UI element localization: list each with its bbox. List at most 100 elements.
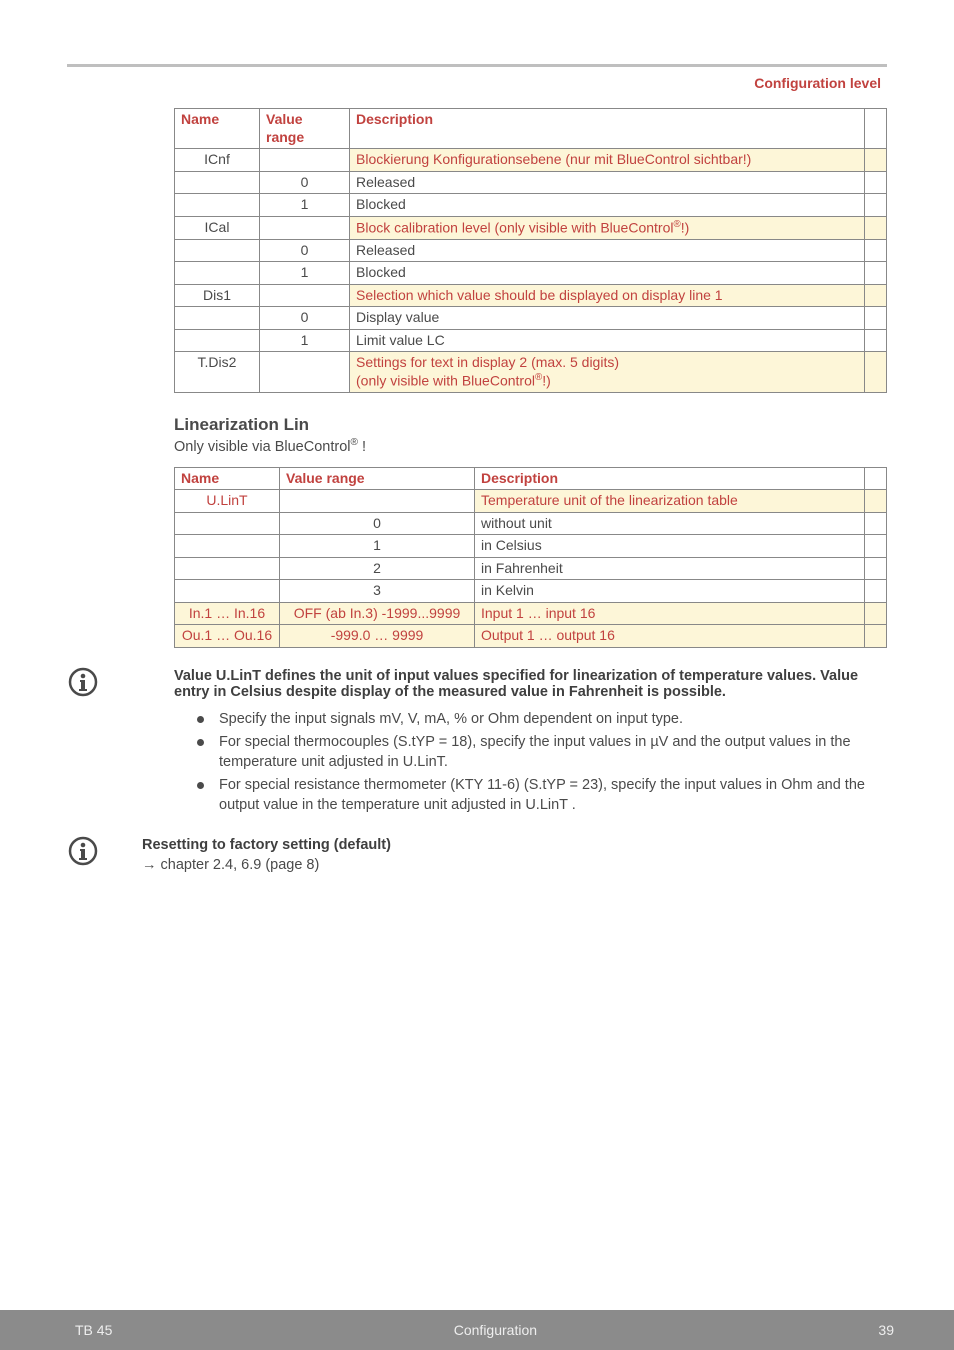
cell-desc: in Celsius (475, 535, 865, 558)
th-end (865, 467, 887, 490)
cell-end (865, 149, 887, 172)
top-rule (67, 64, 887, 67)
cell-vr (260, 149, 350, 172)
footer-page-number: 39 (878, 1322, 894, 1338)
reset-reference: → chapter 2.4, 6.9 (page 8) (142, 857, 887, 873)
table-header-row: Name Value range Description (175, 109, 887, 149)
info-note-1: Value U.LinT defines the unit of input v… (174, 668, 887, 700)
cell-name: In.1 … In.16 (175, 602, 280, 625)
cell-name (175, 307, 260, 330)
table-row: 0 Display value (175, 307, 887, 330)
cell-vr: 2 (280, 557, 475, 580)
cell-name (175, 171, 260, 194)
cell-vr (260, 284, 350, 307)
table-row: Dis1 Selection which value should be dis… (175, 284, 887, 307)
cell-end (865, 352, 887, 393)
th-description: Description (475, 467, 865, 490)
cell-name (175, 194, 260, 217)
parameter-table-1: Name Value range Description ICnf Blocki… (174, 108, 887, 393)
cell-vr: -999.0 … 9999 (280, 625, 475, 648)
table-row: 1 Blocked (175, 194, 887, 217)
page-footer: TB 45 Configuration 39 (0, 1310, 954, 1350)
table-header-row: Name Value range Description (175, 467, 887, 490)
table-row: In.1 … In.16 OFF (ab In.3) -1999...9999 … (175, 602, 887, 625)
cell-desc: Blocked (350, 262, 865, 285)
cell-desc: Output 1 … output 16 (475, 625, 865, 648)
footer-left: TB 45 (75, 1322, 112, 1338)
cell-vr (260, 352, 350, 393)
linearization-heading: Linearization Lin (174, 415, 887, 435)
cell-name (175, 580, 280, 603)
info-icon (67, 666, 99, 698)
reset-heading: Resetting to factory setting (default) (142, 837, 887, 853)
cell-name: Ou.1 … Ou.16 (175, 625, 280, 648)
table-row: 2 in Fahrenheit (175, 557, 887, 580)
table-row: 0 Released (175, 239, 887, 262)
th-name: Name (175, 109, 260, 149)
table-row: 0 without unit (175, 512, 887, 535)
cell-name (175, 535, 280, 558)
table-row: 3 in Kelvin (175, 580, 887, 603)
info-icon (67, 835, 99, 867)
cell-desc: in Fahrenheit (475, 557, 865, 580)
cell-name: ICnf (175, 149, 260, 172)
cell-vr: 0 (260, 171, 350, 194)
cell-desc: Display value (350, 307, 865, 330)
th-description: Description (350, 109, 865, 149)
cell-desc: Input 1 … input 16 (475, 602, 865, 625)
cell-name (175, 329, 260, 352)
table-row: U.LinT Temperature unit of the lineariza… (175, 490, 887, 513)
cell-vr (280, 490, 475, 513)
cell-name (175, 512, 280, 535)
table-row: T.Dis2 Settings for text in display 2 (m… (175, 352, 887, 393)
cell-name (175, 239, 260, 262)
cell-desc: Released (350, 239, 865, 262)
cell-vr: 1 (260, 262, 350, 285)
cell-end (865, 490, 887, 513)
cell-desc: Block calibration level (only visible wi… (350, 216, 865, 239)
cell-end (865, 512, 887, 535)
th-value-range: Value range (280, 467, 475, 490)
linearization-table: Name Value range Description U.LinT Temp… (174, 467, 887, 648)
cell-name (175, 557, 280, 580)
cell-desc: in Kelvin (475, 580, 865, 603)
cell-vr: 1 (260, 329, 350, 352)
table-row: 1 Blocked (175, 262, 887, 285)
cell-name: T.Dis2 (175, 352, 260, 393)
table-row: ICnf Blockierung Konfigurationsebene (nu… (175, 149, 887, 172)
cell-end (865, 239, 887, 262)
bullet-list: Specify the input signals mV, V, mA, % o… (197, 710, 887, 816)
cell-desc: Blocked (350, 194, 865, 217)
cell-desc: Blockierung Konfigurationsebene (nur mit… (350, 149, 865, 172)
section-title: Configuration level (754, 75, 881, 91)
linearization-subtitle: Only visible via BlueControl® ! (174, 437, 887, 455)
cell-end (865, 194, 887, 217)
cell-desc: Settings for text in display 2 (max. 5 d… (350, 352, 865, 393)
cell-desc: Released (350, 171, 865, 194)
cell-name: Dis1 (175, 284, 260, 307)
list-item: Specify the input signals mV, V, mA, % o… (197, 710, 887, 730)
cell-end (865, 216, 887, 239)
table-row: 1 Limit value LC (175, 329, 887, 352)
th-name: Name (175, 467, 280, 490)
table-row: Ou.1 … Ou.16 -999.0 … 9999 Output 1 … ou… (175, 625, 887, 648)
cell-end (865, 535, 887, 558)
cell-vr (260, 216, 350, 239)
cell-end (865, 557, 887, 580)
cell-desc: without unit (475, 512, 865, 535)
footer-center: Configuration (454, 1322, 537, 1338)
cell-vr: 1 (260, 194, 350, 217)
table-row: ICal Block calibration level (only visib… (175, 216, 887, 239)
table-row: 1 in Celsius (175, 535, 887, 558)
list-item: For special thermocouples (S.tYP = 18), … (197, 733, 887, 772)
cell-name: ICal (175, 216, 260, 239)
cell-end (865, 602, 887, 625)
cell-end (865, 262, 887, 285)
cell-end (865, 625, 887, 648)
cell-end (865, 284, 887, 307)
cell-vr: OFF (ab In.3) -1999...9999 (280, 602, 475, 625)
cell-desc: Selection which value should be displaye… (350, 284, 865, 307)
cell-name: U.LinT (175, 490, 280, 513)
cell-end (865, 329, 887, 352)
cell-name (175, 262, 260, 285)
